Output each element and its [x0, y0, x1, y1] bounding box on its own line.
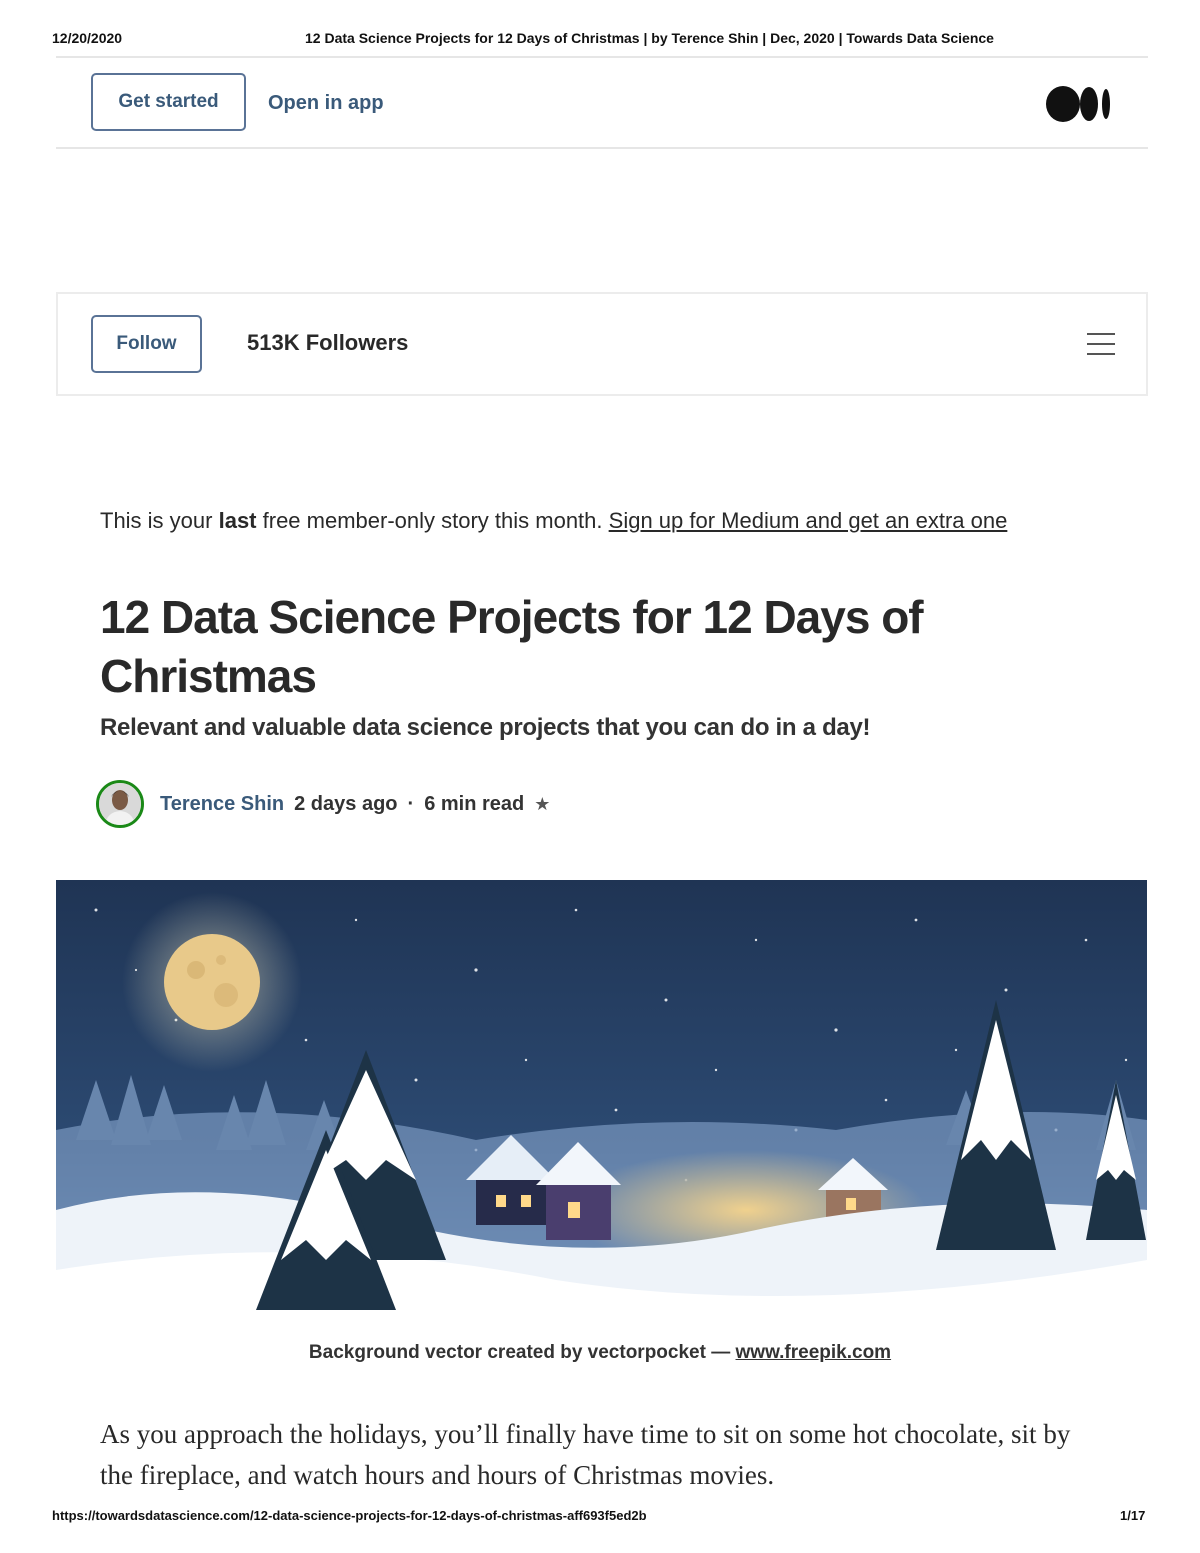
star-icon: ★ [534, 793, 551, 814]
publication-follow-bar [56, 292, 1148, 396]
meta-separator: · [407, 792, 415, 815]
notice-bold: last [218, 508, 257, 533]
sign-up-link[interactable]: Sign up for Medium and get an extra one [609, 508, 1008, 533]
nav-divider [56, 147, 1148, 149]
caption-text: Background vector created by vectorpocke… [308, 1342, 736, 1363]
byline: Terence Shin 2 days ago · 6 min read ★ [96, 778, 550, 830]
hero-image [56, 880, 1147, 1323]
article-subtitle: Relevant and valuable data science proje… [100, 714, 871, 741]
follow-button[interactable]: Follow [91, 315, 202, 373]
open-in-app-link[interactable]: Open in app [268, 92, 384, 115]
freepik-link[interactable]: www.freepik.com [736, 1342, 892, 1363]
get-started-button[interactable]: Get started [91, 73, 246, 131]
publish-date[interactable]: 2 days ago [294, 793, 397, 816]
medium-logo-icon[interactable] [1045, 84, 1115, 124]
print-date: 12/20/2020 [52, 30, 123, 46]
top-divider [56, 56, 1148, 58]
image-caption: Background vector created by vectorpocke… [0, 1342, 1200, 1364]
print-page-number: 1/17 [1120, 1508, 1146, 1523]
avatar[interactable] [96, 780, 144, 828]
read-time: 6 min read [424, 792, 525, 815]
article-title: 12 Data Science Projects for 12 Days of … [100, 591, 924, 702]
print-page-title: 12 Data Science Projects for 12 Days of … [305, 30, 994, 46]
hamburger-menu-icon[interactable] [1087, 333, 1115, 357]
notice-prefix: This is your [100, 508, 219, 533]
article-first-paragraph: As you approach the holidays, you’ll fin… [100, 1419, 1071, 1490]
print-url: https://towardsdatascience.com/12-data-s… [52, 1508, 647, 1523]
followers-count: 513K Followers [247, 330, 409, 355]
author-name[interactable]: Terence Shin [160, 793, 284, 816]
member-story-notice: This is your last free member-only story… [100, 508, 1007, 534]
notice-middle: free member-only story this month. [256, 508, 609, 533]
